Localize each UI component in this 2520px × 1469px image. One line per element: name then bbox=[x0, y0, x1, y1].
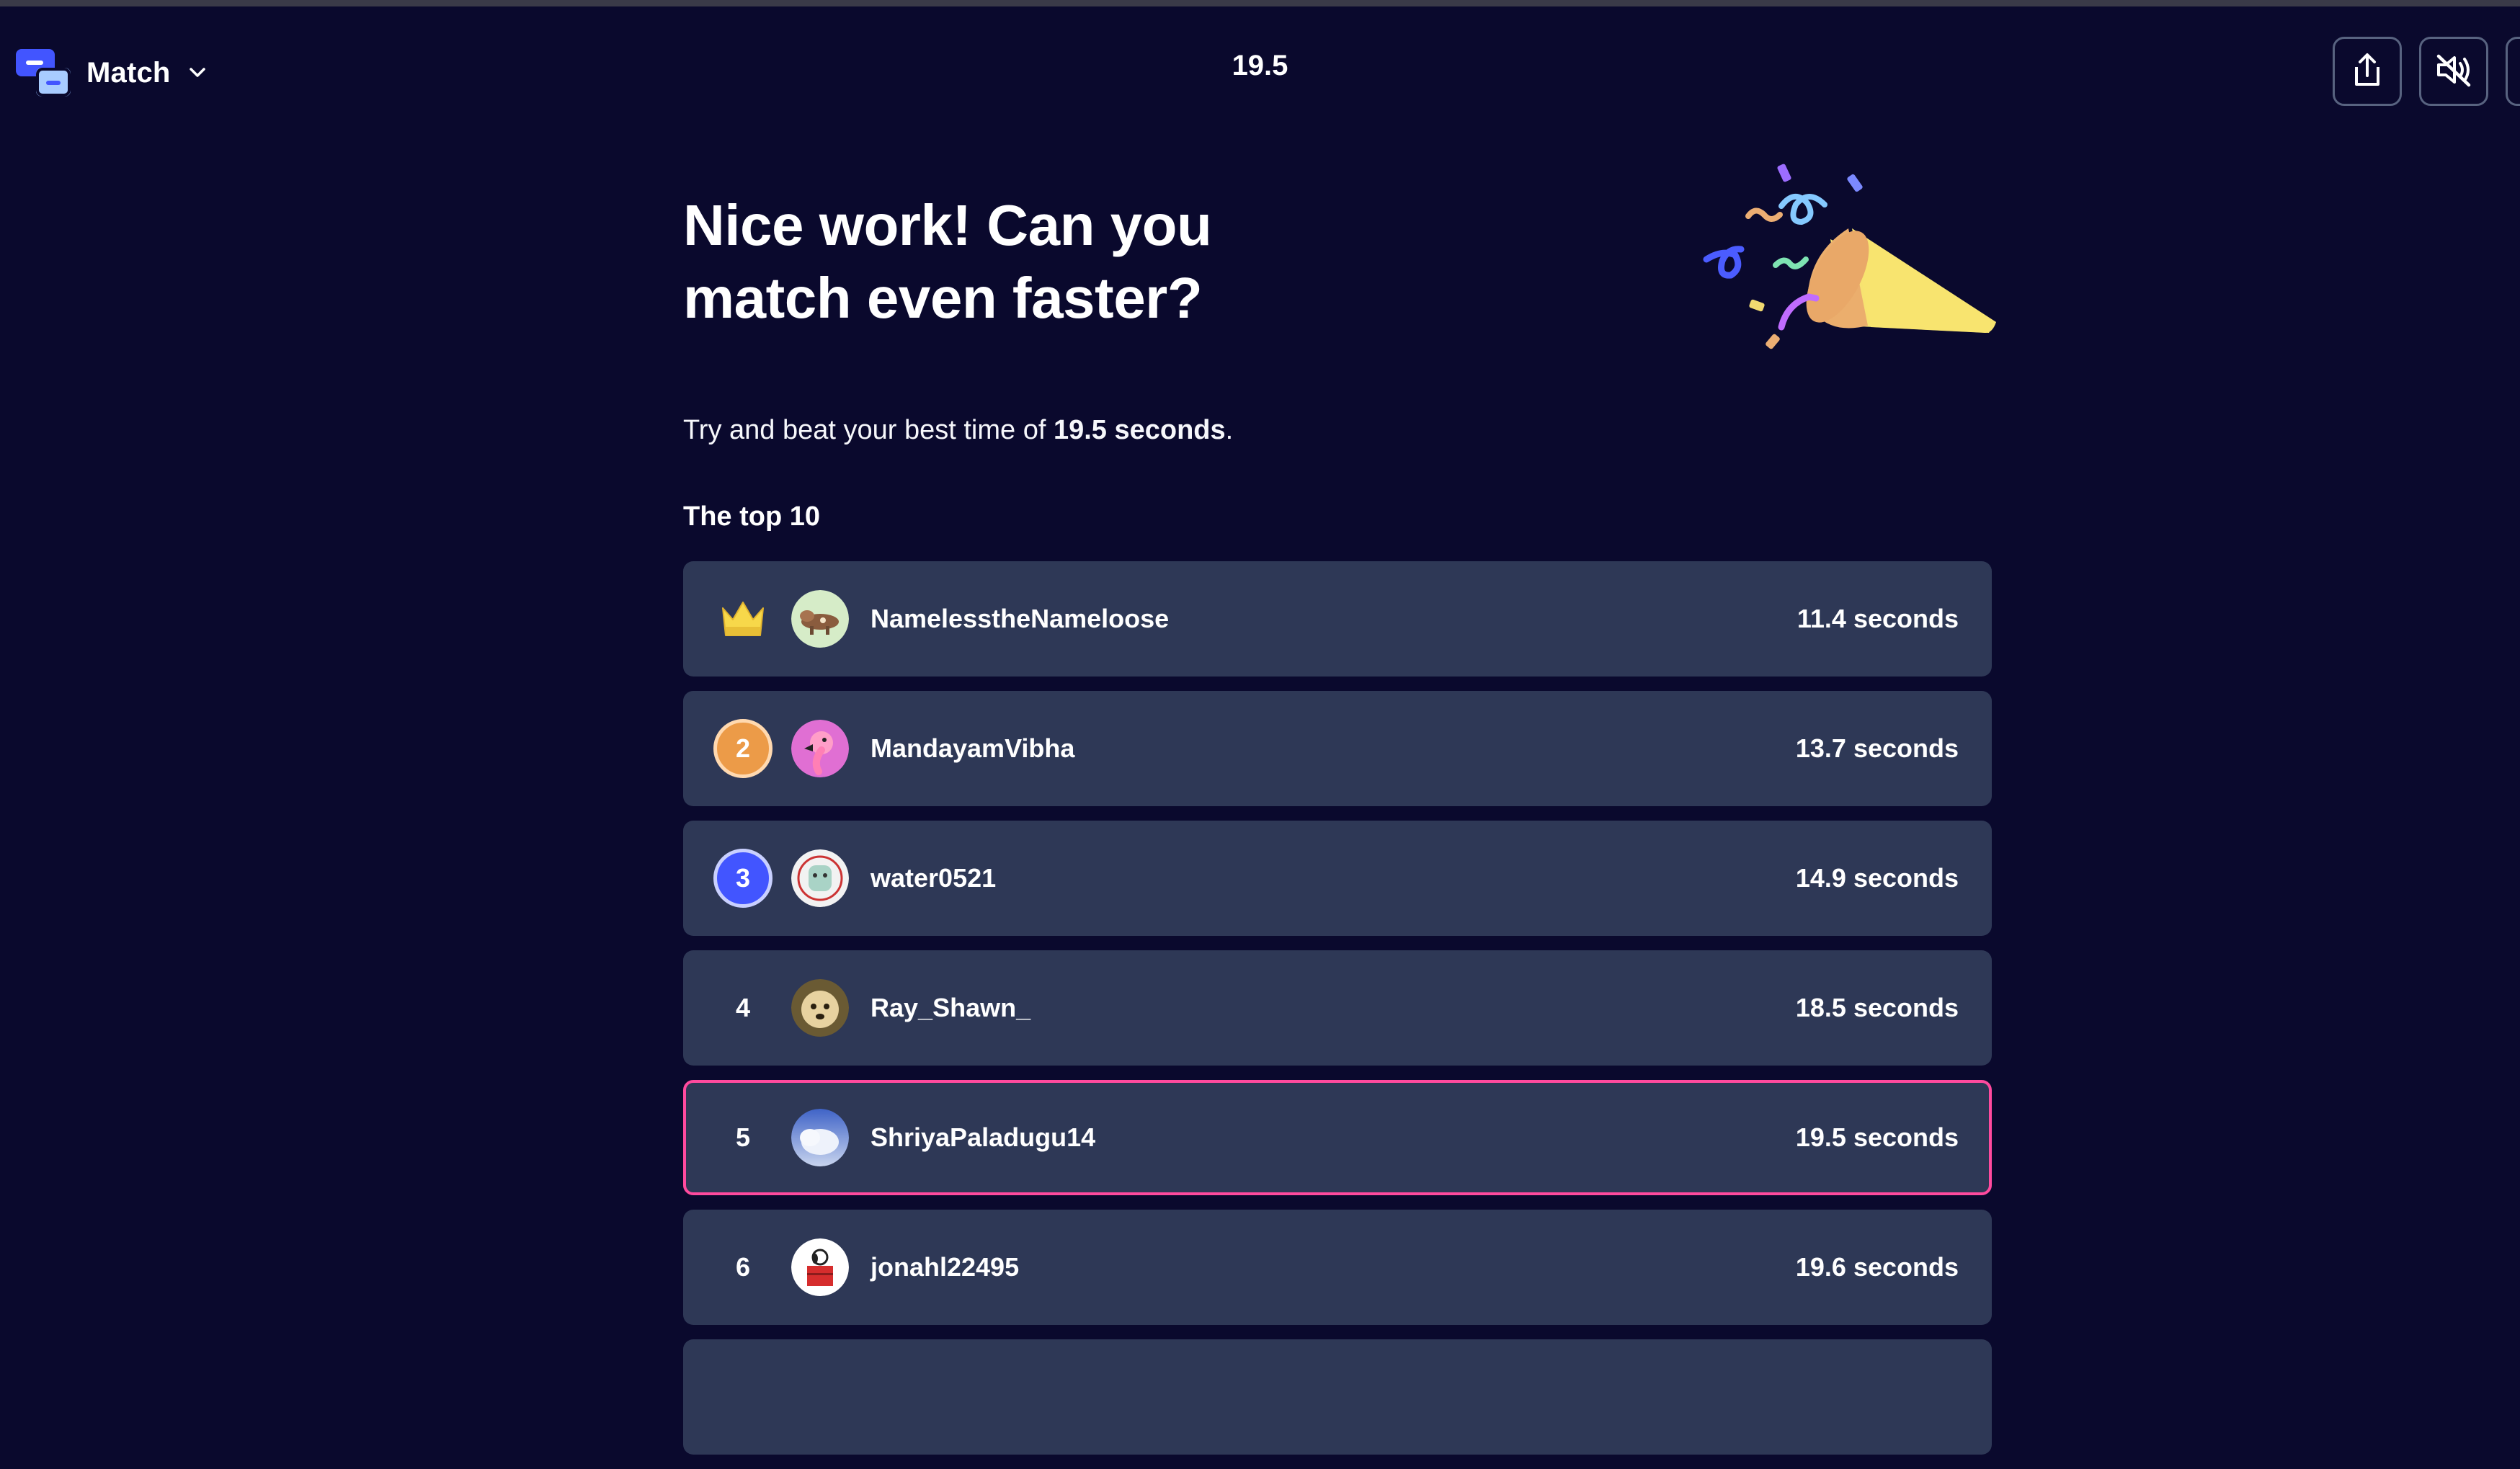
share-icon bbox=[2349, 51, 2385, 92]
finish-time: 13.7 seconds bbox=[1795, 733, 1959, 763]
best-time-value: 19.5 seconds bbox=[1053, 415, 1226, 445]
leaderboard-row: 2 MandayamVibha 13.7 seconds bbox=[683, 691, 1992, 806]
results-headline: Nice work! Can you match even faster? bbox=[683, 189, 1404, 334]
best-time-prefix: Try and beat your best time of bbox=[683, 415, 1054, 445]
rank-badge: 2 bbox=[713, 719, 773, 778]
close-button-partial[interactable] bbox=[2506, 37, 2520, 106]
username: water0521 bbox=[871, 863, 997, 893]
avatar bbox=[791, 1109, 849, 1166]
leaderboard-row-current-user: 5 ShriyaPaladugu14 19.5 seconds bbox=[683, 1080, 1992, 1195]
headline-line-2: match even faster? bbox=[683, 266, 1203, 330]
rank-badge: 3 bbox=[713, 849, 773, 908]
leaderboard: NamelesstheNameloose 11.4 seconds 2 Mand… bbox=[683, 561, 1992, 1469]
rank-number: 4 bbox=[735, 993, 751, 1022]
avatar bbox=[791, 1238, 849, 1296]
share-button[interactable] bbox=[2333, 37, 2402, 106]
avatar bbox=[791, 720, 849, 777]
username: ShriyaPaladugu14 bbox=[871, 1122, 1096, 1152]
best-time-suffix: . bbox=[1225, 415, 1234, 445]
username: jonahl22495 bbox=[871, 1252, 1020, 1282]
leaderboard-row: 3 water0521 14.9 seconds bbox=[683, 821, 1992, 936]
username: Ray_Shawn_ bbox=[871, 993, 1031, 1022]
leaderboard-row: NamelesstheNameloose 11.4 seconds bbox=[683, 561, 1992, 677]
finish-time: 18.5 seconds bbox=[1795, 993, 1959, 1022]
best-time-message: Try and beat your best time of 19.5 seco… bbox=[683, 415, 1233, 446]
mute-icon bbox=[2434, 52, 2473, 91]
confetti-popper-icon bbox=[1701, 160, 1996, 362]
rank-number: 5 bbox=[735, 1122, 751, 1152]
finish-time: 19.5 seconds bbox=[1795, 1122, 1959, 1152]
crown-icon bbox=[713, 589, 773, 648]
username: NamelesstheNameloose bbox=[871, 604, 1170, 633]
headline-line-1: Nice work! Can you bbox=[683, 193, 1212, 257]
leaderboard-title: The top 10 bbox=[683, 501, 821, 532]
finish-time: 14.9 seconds bbox=[1795, 863, 1959, 893]
leaderboard-row-partial bbox=[683, 1339, 1992, 1455]
mute-button[interactable] bbox=[2419, 37, 2488, 106]
avatar bbox=[791, 849, 849, 907]
rank-number: 6 bbox=[735, 1252, 751, 1282]
finish-time: 19.6 seconds bbox=[1795, 1252, 1959, 1282]
avatar bbox=[791, 590, 849, 648]
finish-time: 11.4 seconds bbox=[1796, 604, 1959, 633]
username: MandayamVibha bbox=[871, 733, 1075, 763]
leaderboard-row: 4 Ray_Shawn_ 18.5 seconds bbox=[683, 950, 1992, 1066]
avatar bbox=[791, 979, 849, 1037]
results-panel: Nice work! Can you match even faster? Tr… bbox=[683, 0, 1996, 1455]
leaderboard-row: 6 jonahl22495 19.6 seconds bbox=[683, 1210, 1992, 1325]
